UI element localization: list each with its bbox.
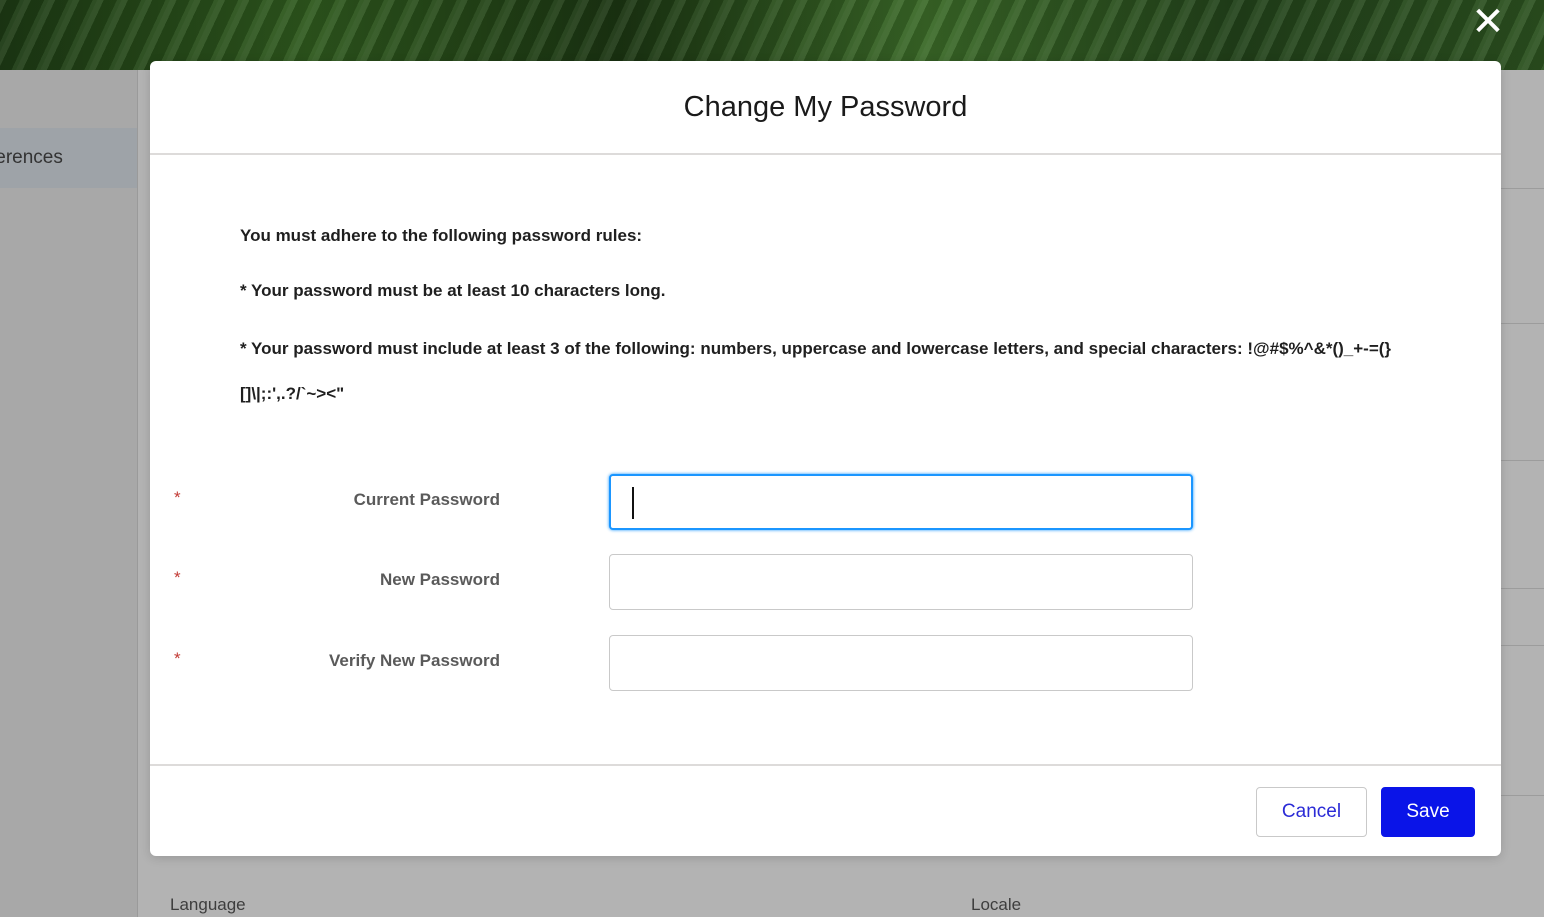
rule-complexity: * Your password must include at least 3 … [240, 339, 1392, 403]
background-divider [1499, 645, 1544, 646]
save-button[interactable]: Save [1381, 787, 1475, 837]
language-label: Language [170, 895, 246, 914]
modal-header: Change My Password [150, 61, 1501, 155]
background-divider [1499, 588, 1544, 589]
sidebar-item-preferences: ferences [0, 128, 137, 188]
background-sidebar: ferences [0, 70, 138, 917]
required-marker: * [174, 488, 181, 507]
close-icon[interactable]: ✕ [1466, 2, 1510, 42]
sidebar-item-label: ferences [0, 147, 63, 168]
verify-password-row: * Verify New Password [150, 635, 1501, 693]
header-banner [0, 0, 1544, 70]
rules-heading: You must adhere to the following passwor… [240, 226, 643, 245]
change-password-modal: Change My Password You must adhere to th… [150, 61, 1501, 856]
background-divider [1499, 795, 1544, 796]
modal-title: Change My Password [683, 90, 968, 123]
text-cursor [632, 487, 634, 519]
current-password-row: * Current Password [150, 474, 1501, 532]
modal-footer: Cancel Save [150, 764, 1501, 856]
cancel-button[interactable]: Cancel [1256, 787, 1367, 837]
new-password-row: * New Password [150, 554, 1501, 612]
new-password-label: New Password [380, 570, 500, 589]
current-password-label: Current Password [353, 490, 500, 509]
verify-password-label: Verify New Password [328, 651, 500, 670]
current-password-input[interactable] [609, 474, 1193, 530]
background-divider [1499, 323, 1544, 324]
background-divider [1499, 188, 1544, 189]
required-marker: * [174, 649, 181, 668]
required-marker: * [174, 568, 181, 587]
rule-length: * Your password must be at least 10 char… [240, 281, 666, 300]
verify-password-input[interactable] [609, 635, 1193, 691]
background-divider [1499, 460, 1544, 461]
new-password-input[interactable] [609, 554, 1193, 610]
locale-label: Locale [971, 895, 1022, 914]
